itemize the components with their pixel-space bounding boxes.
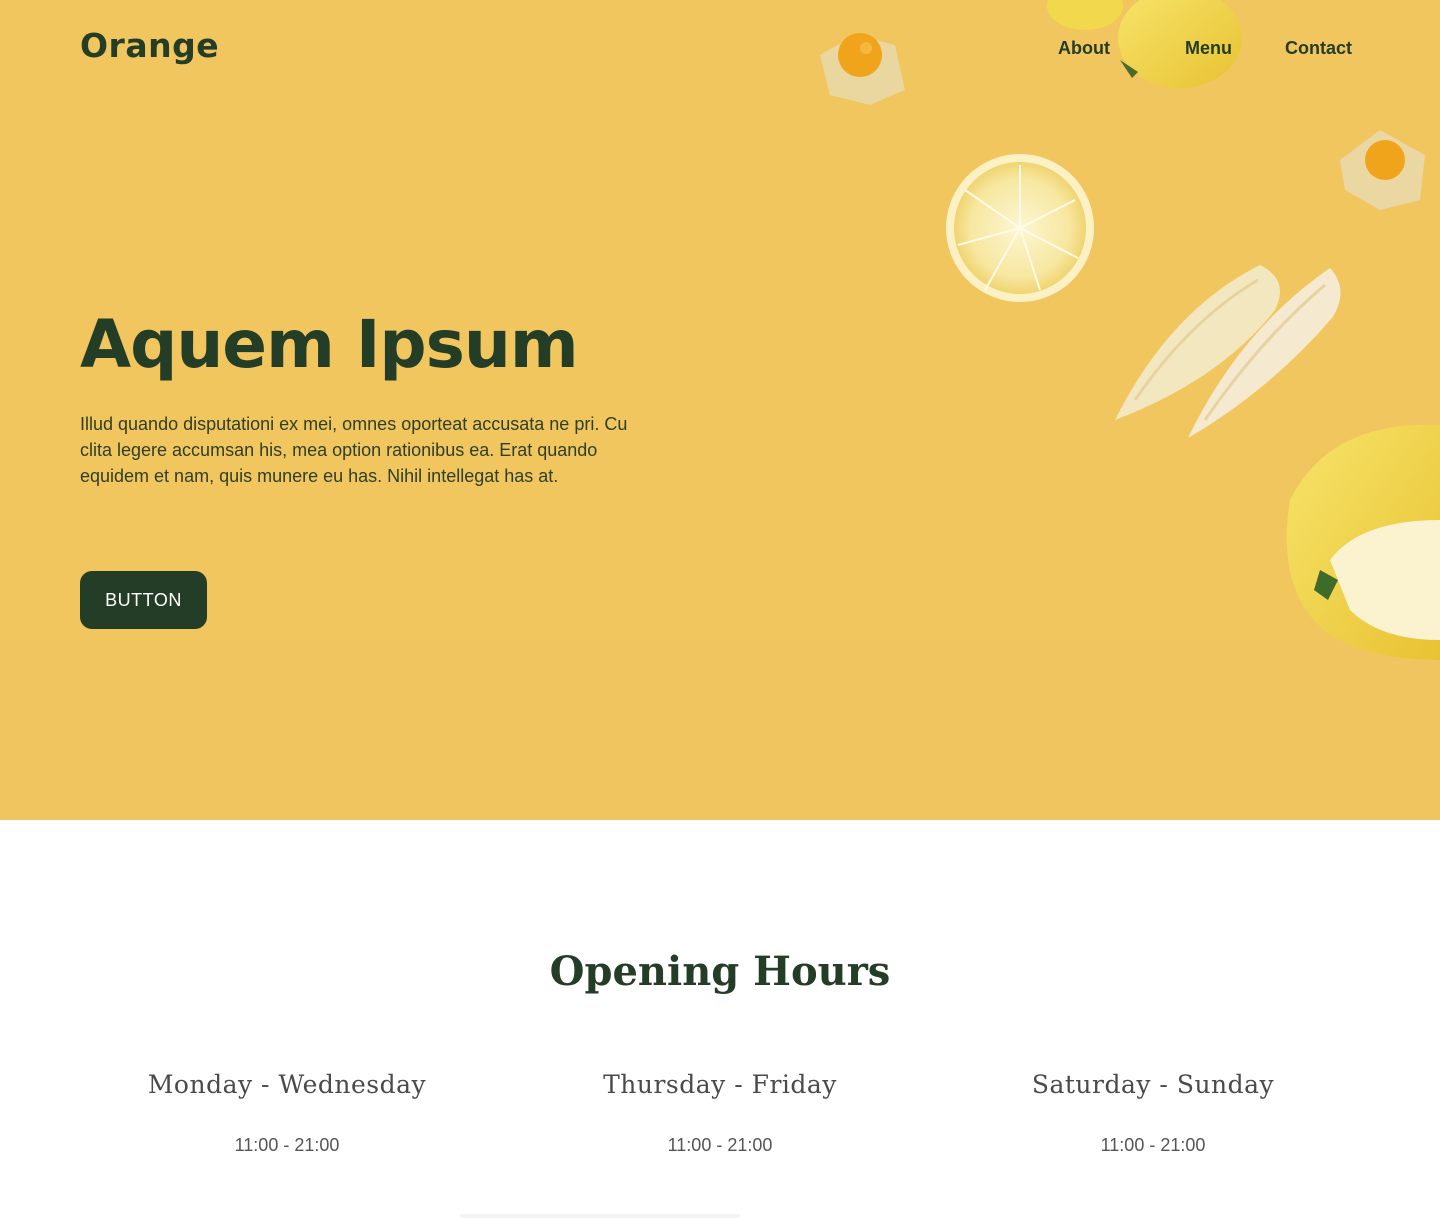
nav-contact[interactable]: Contact — [1285, 38, 1365, 59]
hours-days: Thursday - Friday — [603, 1070, 837, 1099]
opening-hours-title: Opening Hours — [549, 948, 891, 995]
hero-title: Aquem Ipsum — [80, 306, 579, 383]
hours-days: Saturday - Sunday — [1031, 1070, 1275, 1099]
site-logo[interactable]: Orange — [80, 26, 219, 65]
hours-days: Monday - Wednesday — [147, 1070, 427, 1099]
hero-section: Orange About Menu Contact Aquem Ipsum Il… — [0, 0, 1440, 820]
hours-time: 11:00 - 21:00 — [234, 1135, 340, 1155]
hours-time: 11:00 - 21:00 — [1100, 1135, 1206, 1155]
hours-column: Monday - Wednesday 11:00 - 21:00 — [77, 1070, 497, 1156]
hours-column: Saturday - Sunday 11:00 - 21:00 — [943, 1070, 1363, 1156]
nav-menu[interactable]: Menu — [1185, 38, 1245, 59]
hours-time: 11:00 - 21:00 — [667, 1135, 773, 1155]
hero-description: Illud quando disputationi ex mei, omnes … — [80, 414, 628, 486]
section-divider — [460, 1214, 740, 1218]
lemon-slice — [946, 154, 1094, 302]
nav-about[interactable]: About — [1058, 38, 1138, 59]
hero-background-image — [0, 0, 1440, 820]
hours-column: Thursday - Friday 11:00 - 21:00 — [510, 1070, 930, 1156]
hero-cta-button[interactable]: BUTTON — [80, 571, 207, 629]
